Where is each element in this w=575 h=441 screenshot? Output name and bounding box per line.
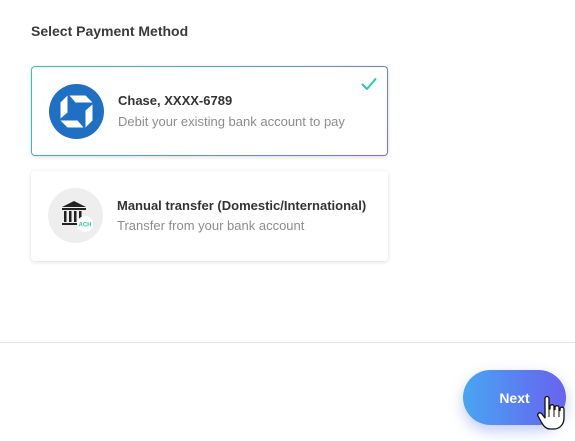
checkmark-icon — [361, 77, 377, 91]
footer-divider — [0, 342, 575, 343]
bank-building-icon: ACH — [48, 188, 103, 243]
payment-option-manual-transfer[interactable]: ACH Manual transfer (Domestic/Internatio… — [31, 171, 388, 261]
chase-logo-icon — [49, 84, 104, 139]
payment-option-title: Chase, XXXX-6789 — [118, 93, 233, 108]
payment-option-chase[interactable]: Chase, XXXX-6789 Debit your existing ban… — [31, 66, 388, 156]
ach-badge: ACH — [79, 223, 92, 229]
next-button[interactable]: Next — [463, 370, 566, 425]
payment-option-subtitle: Transfer from your bank account — [117, 218, 305, 233]
payment-option-subtitle: Debit your existing bank account to pay — [118, 114, 345, 129]
page-title: Select Payment Method — [31, 23, 189, 39]
payment-option-title: Manual transfer (Domestic/International) — [117, 198, 367, 213]
